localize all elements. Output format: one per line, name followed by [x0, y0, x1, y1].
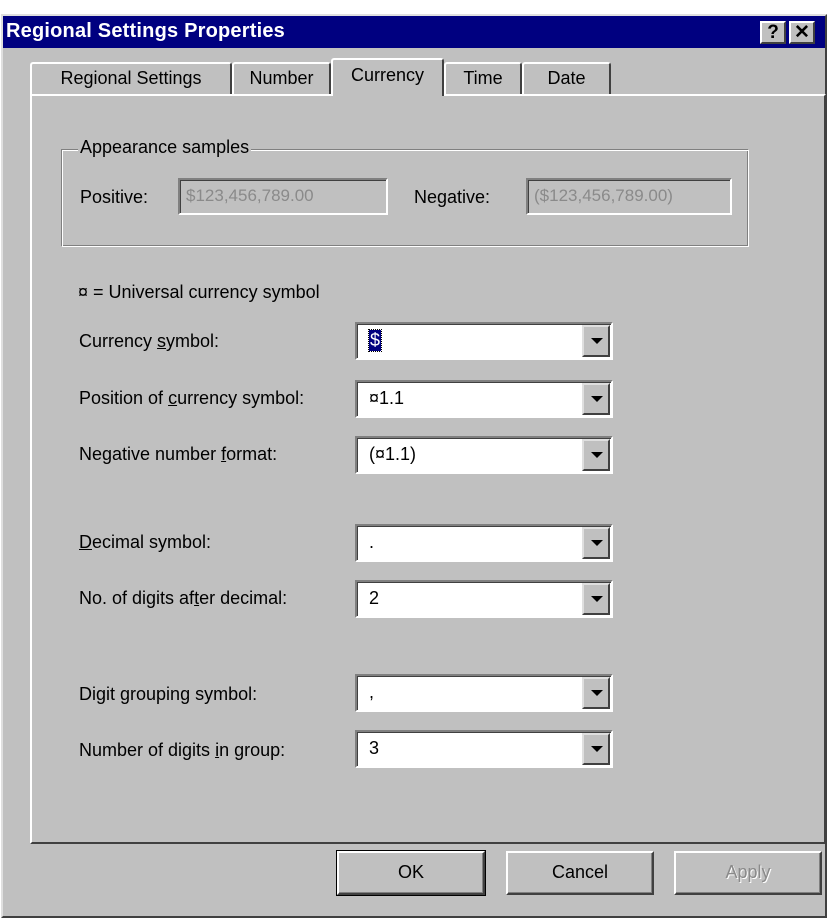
tab-label: Currency: [350, 65, 425, 85]
title-bar: Regional Settings Properties ? ✕: [3, 16, 825, 48]
position-currency-symbol-label: Position of currency symbol:: [79, 388, 305, 408]
dropdown-button[interactable]: [582, 527, 610, 559]
cancel-button[interactable]: Cancel: [506, 851, 654, 895]
digits-in-group-combo[interactable]: 3: [355, 730, 613, 768]
negative-number-format-value: (¤1.1): [369, 444, 417, 464]
chevron-down-icon: [591, 596, 603, 602]
apply-button[interactable]: Apply: [674, 851, 822, 895]
universal-currency-note: ¤ = Universal currency symbol: [78, 282, 320, 302]
position-currency-symbol-value: ¤1.1: [369, 388, 405, 408]
tab-number[interactable]: Number: [232, 62, 331, 94]
question-mark-icon: ?: [767, 22, 779, 43]
decimal-symbol-label: Decimal symbol:: [79, 532, 212, 552]
ok-button[interactable]: OK: [336, 850, 486, 896]
digits-in-group-value: 3: [369, 738, 380, 758]
digit-grouping-symbol-label: Digit grouping symbol:: [79, 684, 258, 704]
positive-sample-field: $123,456,789.00: [178, 178, 388, 215]
window-title: Regional Settings Properties: [6, 20, 285, 42]
negative-label: Negative:: [414, 187, 491, 207]
positive-label: Positive:: [80, 187, 149, 207]
negative-number-format-label: Negative number format:: [79, 444, 278, 464]
dropdown-button[interactable]: [582, 677, 610, 709]
tab-time[interactable]: Time: [444, 62, 522, 94]
currency-symbol-value: $: [367, 329, 383, 352]
tab-date[interactable]: Date: [522, 62, 611, 94]
chevron-down-icon: [591, 746, 603, 752]
digit-grouping-symbol-value: ,: [369, 682, 375, 702]
chevron-down-icon: [591, 338, 603, 344]
chevron-down-icon: [591, 396, 603, 402]
dropdown-button[interactable]: [582, 383, 610, 415]
negative-sample-field: ($123,456,789.00): [526, 178, 732, 215]
position-currency-symbol-combo[interactable]: ¤1.1: [355, 380, 613, 418]
digits-after-decimal-value: 2: [369, 588, 380, 608]
digits-after-decimal-label: No. of digits after decimal:: [79, 588, 288, 608]
tab-label: Time: [463, 68, 503, 88]
close-icon: ✕: [794, 22, 810, 43]
digits-in-group-label: Number of digits in group:: [79, 740, 286, 760]
decimal-symbol-value: .: [369, 532, 375, 552]
digit-grouping-symbol-combo[interactable]: ,: [355, 674, 613, 712]
tab-label: Number: [249, 68, 314, 88]
dropdown-button[interactable]: [582, 325, 610, 357]
tab-currency[interactable]: Currency: [331, 58, 444, 96]
help-button[interactable]: ?: [760, 21, 786, 44]
digits-after-decimal-combo[interactable]: 2: [355, 580, 613, 618]
dropdown-button[interactable]: [582, 439, 610, 471]
currency-symbol-label: Currency symbol:: [79, 331, 220, 351]
tab-label: Date: [547, 68, 586, 88]
dropdown-button[interactable]: [582, 733, 610, 765]
tab-label: Regional Settings: [60, 68, 202, 88]
chevron-down-icon: [591, 540, 603, 546]
appearance-samples-legend: Appearance samples: [78, 137, 252, 158]
chevron-down-icon: [591, 690, 603, 696]
currency-symbol-combo[interactable]: $: [355, 322, 613, 360]
chevron-down-icon: [591, 452, 603, 458]
dropdown-button[interactable]: [582, 583, 610, 615]
negative-number-format-combo[interactable]: (¤1.1): [355, 436, 613, 474]
tab-regional-settings[interactable]: Regional Settings: [30, 62, 232, 94]
close-button[interactable]: ✕: [789, 21, 815, 44]
decimal-symbol-combo[interactable]: .: [355, 524, 613, 562]
